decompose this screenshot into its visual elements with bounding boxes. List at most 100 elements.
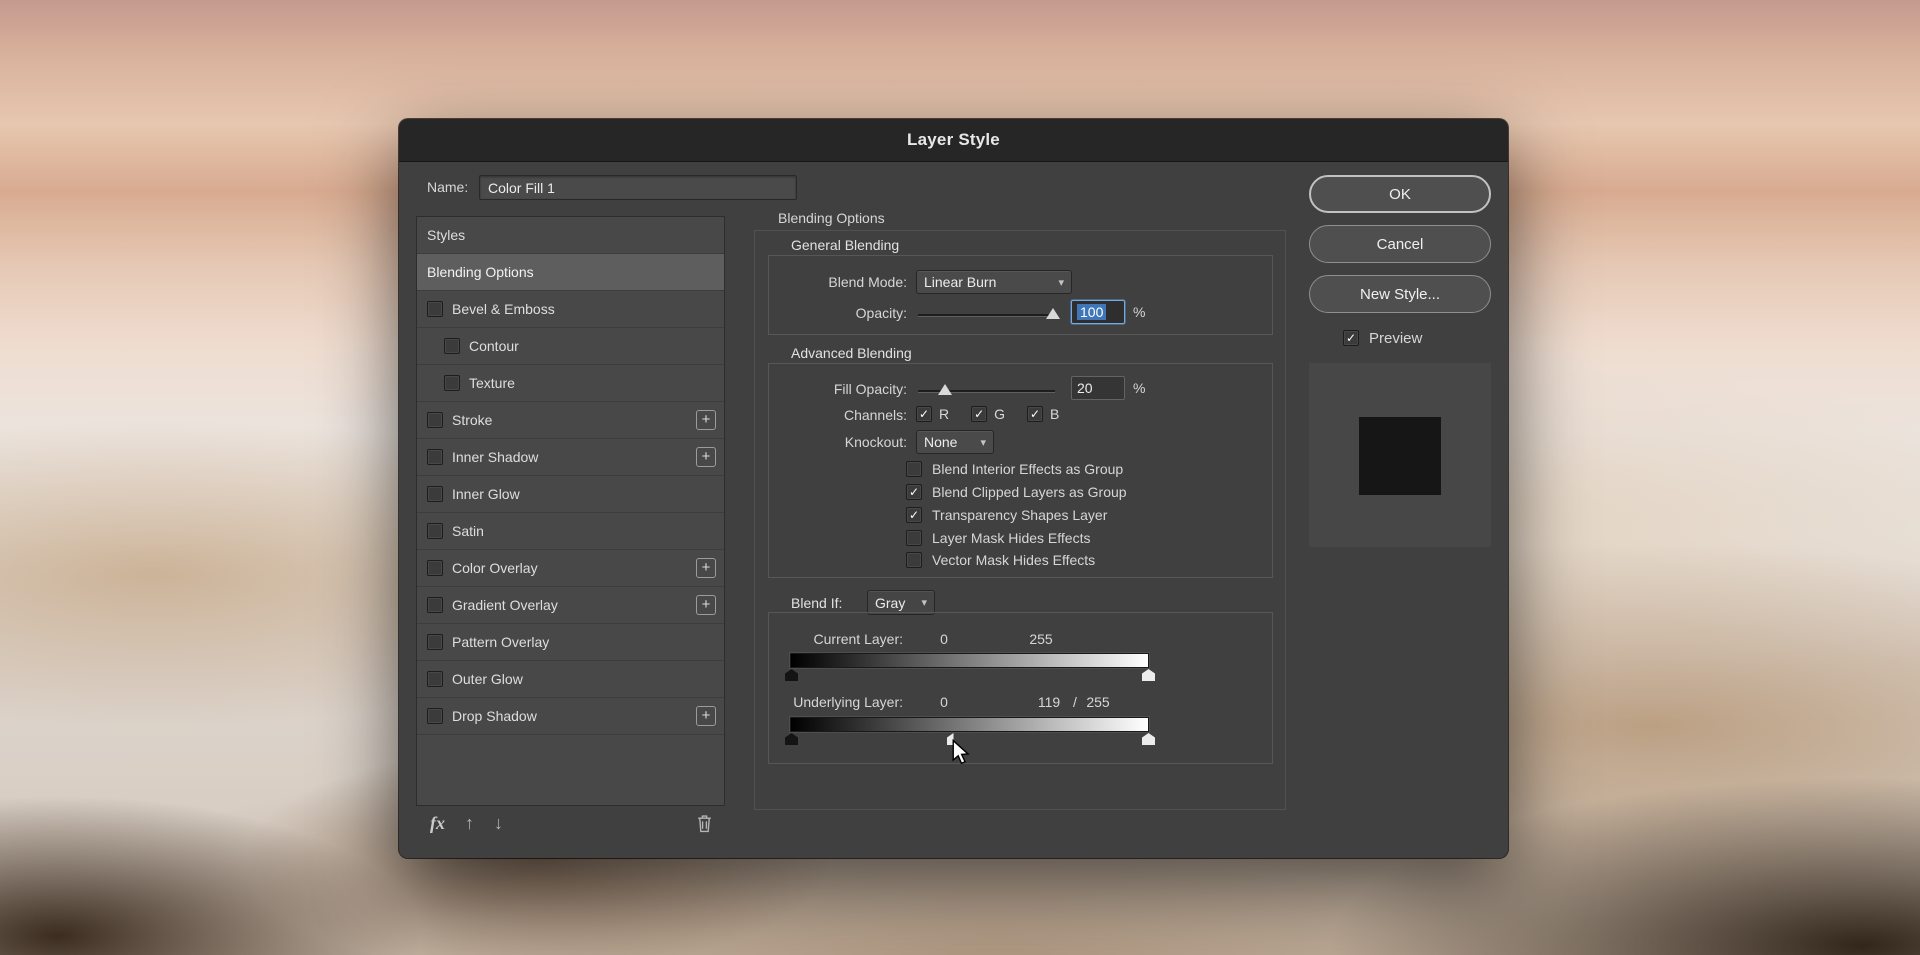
add-color-overlay-button[interactable]: +	[696, 558, 716, 578]
opacity-input[interactable]: 100	[1071, 300, 1125, 324]
style-item-label: Stroke	[452, 412, 492, 428]
pattern-overlay-checkbox[interactable]	[427, 634, 443, 650]
preview-color-chip	[1359, 417, 1441, 495]
layer-mask-hides-checkbox[interactable]	[906, 530, 922, 546]
styles-list: Styles Blending Options Bevel & Emboss C…	[416, 216, 725, 806]
channels-label: Channels:	[747, 407, 907, 423]
style-item-label: Contour	[469, 338, 519, 354]
style-item-label: Color Overlay	[452, 560, 538, 576]
underlying-layer-gradient-bar[interactable]	[790, 717, 1149, 732]
cancel-button-label: Cancel	[1377, 236, 1424, 253]
styles-list-header[interactable]: Styles	[417, 217, 724, 254]
arrow-up-icon[interactable]: ↑	[465, 813, 474, 834]
gradient-overlay-checkbox[interactable]	[427, 597, 443, 613]
preview-checkbox[interactable]: ✓	[1343, 330, 1359, 346]
new-style-button-label: New Style...	[1360, 286, 1440, 303]
dialog-titlebar[interactable]: Layer Style	[399, 119, 1508, 162]
fill-opacity-input[interactable]: 20	[1071, 376, 1125, 400]
add-gradient-overlay-button[interactable]: +	[696, 595, 716, 615]
inner-shadow-checkbox[interactable]	[427, 449, 443, 465]
satin-checkbox[interactable]	[427, 523, 443, 539]
color-overlay-checkbox[interactable]	[427, 560, 443, 576]
style-item-contour[interactable]: Contour	[417, 328, 724, 365]
style-item-label: Gradient Overlay	[452, 597, 558, 613]
opacity-slider-track[interactable]	[918, 314, 1055, 317]
general-blending-legend: General Blending	[791, 237, 899, 253]
opacity-unit: %	[1133, 304, 1145, 320]
layer-style-dialog: Layer Style Name: Styles Blending Option…	[399, 119, 1508, 858]
transparency-shapes-checkbox[interactable]: ✓	[906, 507, 922, 523]
style-item-inner-glow[interactable]: Inner Glow	[417, 476, 724, 513]
style-item-label: Texture	[469, 375, 515, 391]
style-item-inner-shadow[interactable]: Inner Shadow +	[417, 439, 724, 476]
fill-opacity-value: 20	[1077, 380, 1093, 396]
stroke-checkbox[interactable]	[427, 412, 443, 428]
style-item-drop-shadow[interactable]: Drop Shadow +	[417, 698, 724, 735]
channel-b-label: B	[1050, 406, 1059, 422]
style-item-gradient-overlay[interactable]: Gradient Overlay +	[417, 587, 724, 624]
ok-button-label: OK	[1389, 186, 1411, 203]
channel-b-checkbox[interactable]: ✓	[1027, 406, 1043, 422]
style-item-outer-glow[interactable]: Outer Glow	[417, 661, 724, 698]
fx-icon[interactable]: fx	[430, 813, 445, 834]
blend-clipped-checkbox[interactable]: ✓	[906, 484, 922, 500]
underlying-layer-separator: /	[1073, 694, 1077, 710]
transparency-shapes-label: Transparency Shapes Layer	[932, 507, 1107, 523]
style-item-label: Satin	[452, 523, 484, 539]
underlying-layer-max: 255	[1086, 694, 1109, 710]
style-item-label: Inner Glow	[452, 486, 520, 502]
style-item-label: Outer Glow	[452, 671, 523, 687]
fill-opacity-label: Fill Opacity:	[747, 381, 907, 397]
arrow-down-icon[interactable]: ↓	[494, 813, 503, 834]
style-item-blending-options[interactable]: Blending Options	[417, 254, 724, 291]
style-item-color-overlay[interactable]: Color Overlay +	[417, 550, 724, 587]
style-item-label: Blending Options	[427, 264, 534, 280]
blend-interior-checkbox[interactable]	[906, 461, 922, 477]
add-stroke-button[interactable]: +	[696, 410, 716, 430]
contour-checkbox[interactable]	[444, 338, 460, 354]
opacity-label: Opacity:	[747, 305, 907, 321]
dialog-title: Layer Style	[907, 130, 1000, 150]
channel-g-checkbox[interactable]: ✓	[971, 406, 987, 422]
drop-shadow-checkbox[interactable]	[427, 708, 443, 724]
add-inner-shadow-button[interactable]: +	[696, 447, 716, 467]
blend-if-label: Blend If:	[791, 595, 842, 611]
preview-swatch	[1309, 363, 1491, 547]
ok-button[interactable]: OK	[1309, 175, 1491, 213]
section-title: Blending Options	[778, 210, 885, 226]
underlying-layer-split: 119	[1038, 694, 1060, 710]
outer-glow-checkbox[interactable]	[427, 671, 443, 687]
cancel-button[interactable]: Cancel	[1309, 225, 1491, 263]
style-item-pattern-overlay[interactable]: Pattern Overlay	[417, 624, 724, 661]
knockout-value: None	[924, 434, 957, 450]
current-layer-gradient-bar[interactable]	[790, 653, 1149, 668]
general-blending-group	[768, 255, 1273, 335]
blend-mode-label: Blend Mode:	[747, 274, 907, 290]
preview-label: Preview	[1369, 330, 1422, 347]
style-item-bevel-emboss[interactable]: Bevel & Emboss	[417, 291, 724, 328]
knockout-select[interactable]: None ▾	[916, 430, 994, 454]
trash-icon[interactable]	[696, 814, 713, 833]
channel-g-label: G	[994, 406, 1005, 422]
chevron-down-icon: ▾	[974, 436, 986, 449]
inner-glow-checkbox[interactable]	[427, 486, 443, 502]
bevel-emboss-checkbox[interactable]	[427, 301, 443, 317]
texture-checkbox[interactable]	[444, 375, 460, 391]
style-item-label: Inner Shadow	[452, 449, 538, 465]
add-drop-shadow-button[interactable]: +	[696, 706, 716, 726]
fill-opacity-slider-track[interactable]	[918, 390, 1055, 393]
new-style-button[interactable]: New Style...	[1309, 275, 1491, 313]
underlying-layer-label: Underlying Layer:	[743, 694, 903, 710]
channels-row: ✓ R ✓ G ✓ B	[916, 406, 1059, 422]
blend-mode-value: Linear Burn	[924, 274, 996, 290]
vector-mask-hides-checkbox[interactable]	[906, 552, 922, 568]
style-item-stroke[interactable]: Stroke +	[417, 402, 724, 439]
underlying-layer-min: 0	[940, 694, 948, 710]
channel-r-checkbox[interactable]: ✓	[916, 406, 932, 422]
style-item-texture[interactable]: Texture	[417, 365, 724, 402]
name-input[interactable]	[479, 175, 797, 200]
name-label: Name:	[427, 179, 468, 195]
chevron-down-icon: ▾	[1052, 276, 1064, 289]
style-item-satin[interactable]: Satin	[417, 513, 724, 550]
blend-mode-select[interactable]: Linear Burn ▾	[916, 270, 1072, 294]
